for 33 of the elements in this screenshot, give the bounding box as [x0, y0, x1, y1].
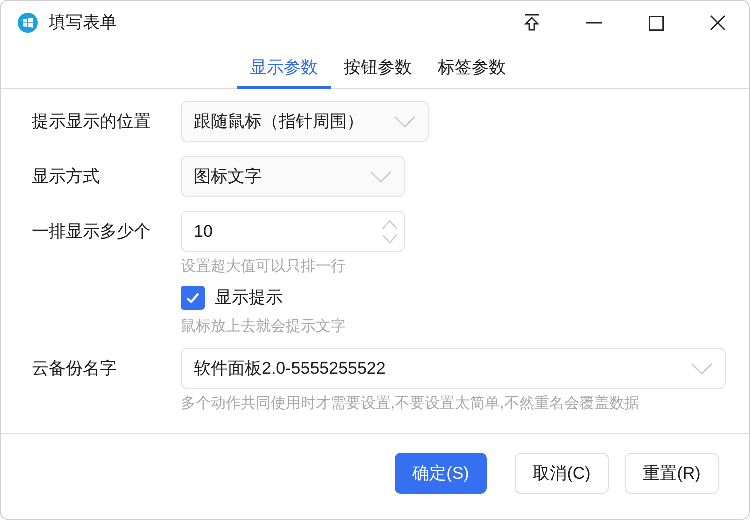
minimize-icon — [586, 22, 602, 24]
upload-arrow-icon — [524, 14, 540, 32]
field-label: 云备份名字 — [32, 358, 117, 380]
number-value: 10 — [194, 220, 213, 243]
maximize-icon — [648, 16, 664, 30]
chevron-down-icon — [370, 170, 392, 182]
dropdown-field[interactable]: 跟随鼠标（指针周围） — [181, 101, 429, 142]
field-label: 一排显示多少个 — [32, 220, 151, 243]
tab[interactable]: 显示参数 — [237, 45, 331, 89]
field-label: 提示显示的位置 — [32, 110, 151, 133]
hint-text: 鼠标放上去就会提示文字 — [181, 317, 346, 337]
window-title: 填写表单 — [49, 12, 117, 34]
hint-text: 多个动作共同使用时才需要设置,不要设置太简单,不然重名会覆盖数据 — [181, 394, 640, 414]
dropdown-field[interactable]: 软件面板2.0-5555255522 — [181, 348, 726, 389]
dropdown-value: 软件面板2.0-5555255522 — [194, 358, 386, 380]
close-icon — [710, 15, 726, 31]
dialog-button[interactable]: 确定(S) — [395, 453, 487, 494]
app-logo-icon — [18, 13, 38, 33]
tab[interactable]: 标签参数 — [425, 45, 519, 89]
dropdown-value: 跟随鼠标（指针周围） — [194, 110, 364, 133]
dialog-button[interactable]: 重置(R) — [625, 453, 719, 494]
field-label: 显示方式 — [32, 166, 100, 188]
hint-text: 设置超大值可以只排一行 — [181, 257, 347, 277]
spinner-arrows-icon — [382, 218, 398, 244]
checkbox[interactable] — [181, 286, 205, 310]
number-field[interactable]: 10 — [181, 211, 405, 252]
chevron-down-icon — [691, 362, 713, 374]
chevron-down-icon — [394, 116, 416, 128]
checkbox-control[interactable]: 显示提示 — [181, 284, 346, 312]
tab[interactable]: 按钮参数 — [331, 45, 425, 89]
dropdown-field[interactable]: 图标文字 — [181, 156, 405, 197]
dialog-button[interactable]: 取消(C) — [515, 453, 609, 494]
dropdown-value: 图标文字 — [194, 166, 262, 188]
